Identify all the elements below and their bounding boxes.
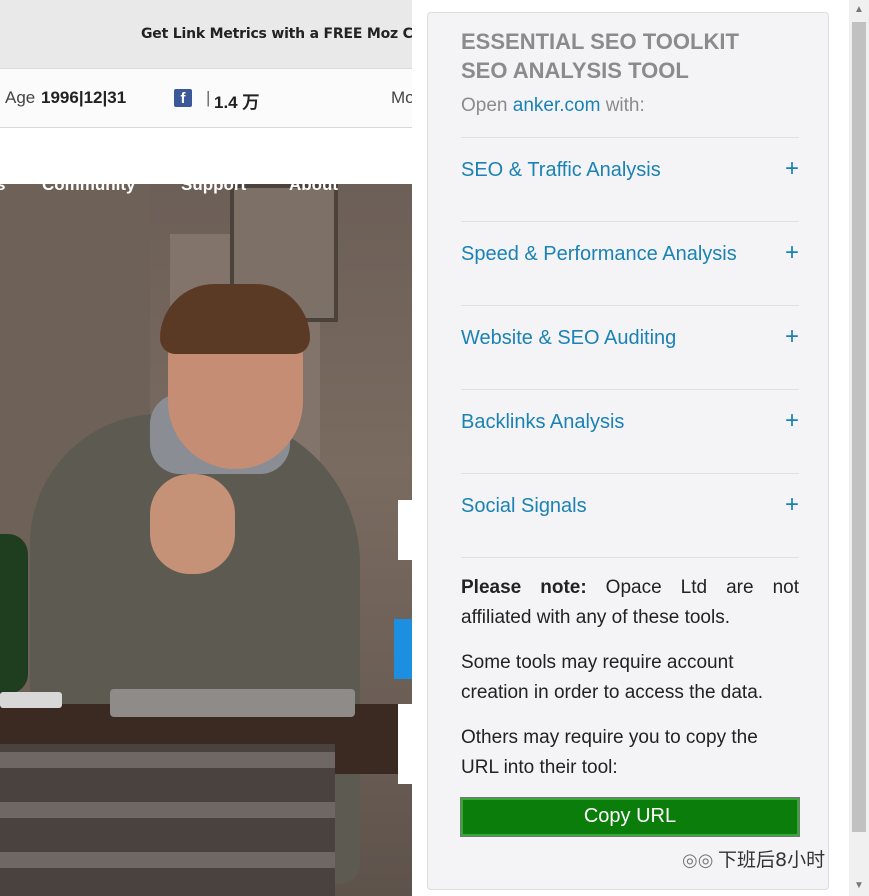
expand-plus-icon[interactable]: +: [785, 323, 799, 351]
site-header-band: [0, 128, 412, 184]
section-label[interactable]: Website & SEO Auditing: [461, 327, 676, 350]
moz-banner-text[interactable]: Get Link Metrics with a FREE Moz Co: [141, 26, 412, 42]
divider: [461, 557, 799, 558]
expand-plus-icon[interactable]: +: [785, 239, 799, 267]
section-seo-traffic[interactable]: SEO & Traffic Analysis +: [461, 151, 799, 191]
scroll-down-arrow-icon[interactable]: ▼: [849, 876, 869, 896]
chair: [0, 744, 335, 896]
nav-item-support[interactable]: Support: [181, 184, 246, 195]
section-speed-performance[interactable]: Speed & Performance Analysis +: [461, 235, 799, 275]
hero-image: s Community Support About: [0, 184, 412, 896]
nav-item-community[interactable]: Community: [42, 184, 136, 195]
open-with-line: Open anker.com with:: [461, 95, 645, 117]
section-social-signals[interactable]: Social Signals +: [461, 487, 799, 527]
open-prefix: Open: [461, 95, 513, 116]
scrollbar[interactable]: ▲ ▼: [849, 0, 869, 896]
facebook-count: 1.4 万: [214, 93, 260, 112]
facebook-icon[interactable]: f: [174, 89, 192, 107]
nav-item-about[interactable]: About: [289, 184, 338, 195]
age-label: Age: [5, 88, 36, 107]
scroll-thumb[interactable]: [852, 22, 866, 832]
nav-item[interactable]: s: [0, 184, 5, 195]
moz-banner[interactable]: Get Link Metrics with a FREE Moz Co: [0, 0, 412, 69]
more-metrics-label[interactable]: Mo: [391, 88, 412, 108]
section-label[interactable]: Social Signals: [461, 495, 587, 518]
wechat-icon: ◎◎: [682, 850, 714, 871]
divider: [461, 137, 799, 138]
copy-url-note: Others may require you to copy the URL i…: [461, 727, 758, 778]
divider: [461, 221, 799, 222]
popup-title: ESSENTIAL SEO TOOLKIT: [461, 29, 739, 54]
watermark: ◎◎ 下班后8小时: [682, 845, 825, 872]
disclaimer-note: Please note: Opace Ltd are not affiliate…: [461, 573, 799, 633]
expand-plus-icon[interactable]: +: [785, 407, 799, 435]
age-value: 1996|12|31: [41, 88, 127, 107]
section-backlinks[interactable]: Backlinks Analysis +: [461, 403, 799, 443]
seo-toolkit-popup: ESSENTIAL SEO TOOLKIT SEO ANALYSIS TOOL …: [427, 12, 829, 890]
section-website-auditing[interactable]: Website & SEO Auditing +: [461, 319, 799, 359]
section-label[interactable]: Backlinks Analysis: [461, 411, 624, 434]
section-label[interactable]: Speed & Performance Analysis: [461, 243, 737, 266]
laptop: [110, 689, 355, 717]
phone: [0, 692, 62, 708]
divider: [461, 305, 799, 306]
metrics-bar: Age 1996|12|31 f | 1.4 万 Mo: [0, 69, 412, 128]
divider: [461, 473, 799, 474]
plant: [0, 534, 28, 694]
metrics-separator: |: [206, 88, 211, 107]
expand-plus-icon[interactable]: +: [785, 491, 799, 519]
popup-subtitle: SEO ANALYSIS TOOL: [461, 58, 689, 83]
expand-plus-icon[interactable]: +: [785, 155, 799, 183]
section-label[interactable]: SEO & Traffic Analysis: [461, 159, 661, 182]
domain-link[interactable]: anker.com: [513, 95, 601, 116]
watermark-text: 下班后8小时: [718, 849, 826, 871]
scroll-up-arrow-icon[interactable]: ▲: [849, 0, 869, 20]
copy-url-button[interactable]: Copy URL: [460, 797, 800, 837]
open-suffix: with:: [600, 95, 645, 116]
background-webpage: Get Link Metrics with a FREE Moz Co Age …: [0, 0, 412, 896]
note-label: Please note:: [461, 577, 587, 598]
site-nav: s Community Support About: [0, 184, 412, 195]
account-note: Some tools may require account creation …: [461, 652, 764, 703]
divider: [461, 389, 799, 390]
